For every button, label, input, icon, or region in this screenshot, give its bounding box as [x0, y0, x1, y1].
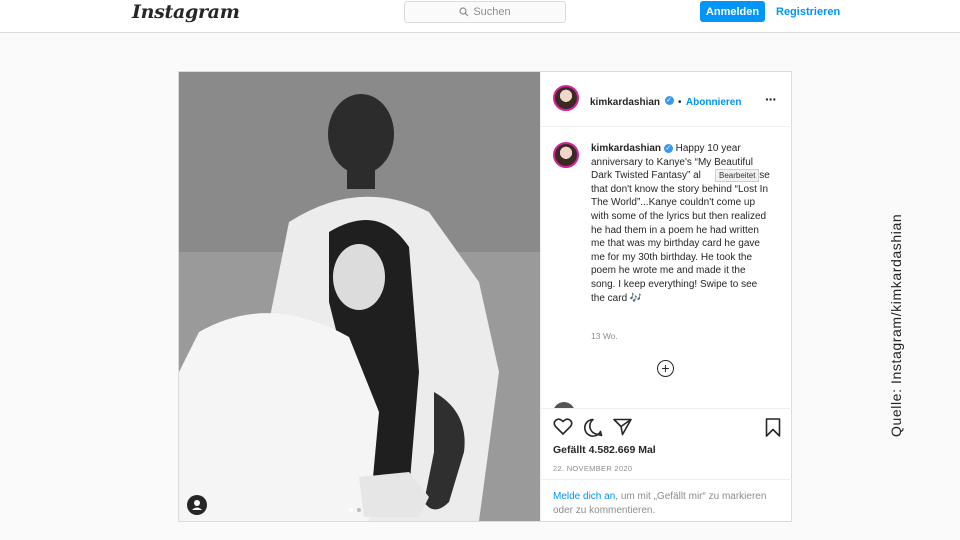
photo-illustration: [179, 72, 540, 521]
add-comment-icon[interactable]: +: [657, 360, 674, 377]
register-link[interactable]: Registrieren: [776, 1, 840, 22]
login-prompt-link[interactable]: Melde dich an: [553, 491, 615, 502]
bookmark-icon[interactable]: [765, 418, 781, 437]
search-input[interactable]: Suchen: [404, 1, 566, 23]
login-button[interactable]: Anmelden: [700, 1, 765, 22]
likes-count[interactable]: Gefällt 4.582.669 Mal: [553, 444, 656, 456]
heart-icon[interactable]: [553, 418, 573, 436]
instagram-logo[interactable]: Instagram: [132, 1, 240, 23]
verified-icon: ✓: [664, 96, 674, 106]
edited-tooltip: Bearbeitet: [715, 169, 760, 182]
search-icon: [459, 7, 469, 17]
carousel-dots: [349, 508, 361, 512]
post-caption: kimkardashian ✓ Happy 10 year anniversar…: [591, 142, 771, 305]
caption-username[interactable]: kimkardashian: [591, 143, 661, 154]
top-navigation-bar: Instagram Suchen Anmelden Registrieren: [0, 0, 960, 33]
user-tag-icon[interactable]: [187, 495, 207, 515]
carousel-dot: [357, 508, 361, 512]
author-avatar[interactable]: [553, 85, 579, 111]
caption-text: Happy 10 year anniversary to Kanye's “My…: [591, 143, 770, 304]
source-watermark: Quelle: Instagram/kimkardashian: [888, 213, 904, 437]
author-username[interactable]: kimkardashian: [590, 97, 660, 108]
post-side-panel: kimkardashian ✓ • Abonnieren ··· kimkard…: [540, 72, 792, 521]
verified-icon: ✓: [663, 143, 673, 153]
login-prompt: Melde dich an, um mit „Gefällt mir“ zu m…: [541, 479, 792, 521]
post-card: kimkardashian ✓ • Abonnieren ··· kimkard…: [178, 71, 792, 522]
search-placeholder: Suchen: [473, 6, 511, 18]
caption-avatar[interactable]: [553, 142, 579, 168]
post-author-line: kimkardashian ✓ • Abonnieren: [590, 92, 741, 110]
comment-icon[interactable]: [583, 418, 603, 437]
post-header: kimkardashian ✓ • Abonnieren ···: [541, 72, 792, 127]
carousel-dot-active: [349, 508, 353, 512]
share-icon[interactable]: [613, 418, 632, 436]
post-date[interactable]: 22. NOVEMBER 2020: [553, 464, 632, 473]
post-photo[interactable]: [179, 72, 540, 521]
post-time-ago[interactable]: 13 Wo.: [591, 331, 618, 341]
follow-button[interactable]: Abonnieren: [686, 97, 742, 108]
more-icon[interactable]: ···: [765, 91, 777, 107]
separator-dot: •: [677, 97, 682, 108]
